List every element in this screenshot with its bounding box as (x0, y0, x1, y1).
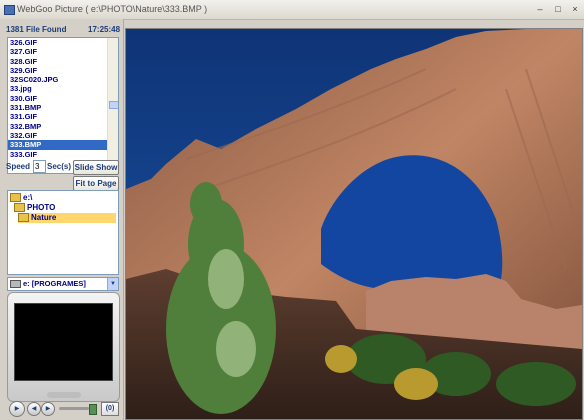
speed-input[interactable]: 3 (33, 160, 46, 173)
close-button[interactable]: × (569, 3, 581, 15)
file-item[interactable]: 333.GIF (8, 150, 107, 159)
tree-node-photo[interactable]: PHOTO (14, 203, 55, 213)
slideshow-button[interactable]: Slide Show (73, 160, 119, 175)
drive-icon (10, 280, 21, 289)
tree-node-drive[interactable]: e:\ (10, 193, 32, 203)
seconds-label: Sec(s) (47, 162, 72, 171)
fit-to-page-button[interactable]: Fit to Page (73, 176, 119, 191)
preview-monitor (7, 292, 120, 402)
file-list-scrollbar[interactable] (107, 38, 118, 173)
preview-screen (14, 303, 113, 381)
file-list-rows: 326.GIF 327.GIF 328.GIF 329.GIF 32SC020.… (8, 38, 107, 159)
play-icon[interactable]: ▶ (9, 401, 25, 417)
file-item[interactable]: 332.BMP (8, 122, 107, 131)
folder-icon (10, 193, 21, 203)
file-item[interactable]: 330.GIF (8, 94, 107, 103)
next-icon[interactable]: ▶ (41, 402, 55, 416)
file-item[interactable]: 326.GIF (8, 38, 107, 47)
speed-label: Speed (6, 162, 31, 171)
maximize-button[interactable]: □ (552, 3, 564, 15)
scrollbar-thumb[interactable] (109, 101, 118, 109)
file-list[interactable]: 326.GIF 327.GIF 328.GIF 329.GIF 32SC020.… (7, 37, 119, 174)
file-count: 1381 File Found (6, 25, 67, 34)
folder-icon (18, 213, 29, 223)
minimize-button[interactable]: – (534, 3, 546, 15)
file-item[interactable]: 329.GIF (8, 66, 107, 75)
player-controls: ▶ ◀ ▶ (0) (7, 401, 119, 417)
drive-value: e: [PROGRAMES] (23, 279, 86, 288)
tree-node-label: e:\ (23, 193, 33, 202)
file-item[interactable]: 327.GIF (8, 47, 107, 56)
left-panel: 1381 File Found 17:25:48 326.GIF 327.GIF… (0, 19, 124, 420)
tree-node-label: Nature (31, 213, 57, 222)
file-item[interactable]: 328.GIF (8, 57, 107, 66)
monitor-stand (47, 392, 81, 398)
volume-knob[interactable] (89, 404, 97, 415)
zero-button[interactable]: (0) (101, 402, 119, 416)
chevron-down-icon[interactable]: ▼ (107, 278, 118, 290)
file-item[interactable]: 32SC020.JPG (8, 75, 107, 84)
tree-node-label: PHOTO (27, 203, 56, 212)
volume-track[interactable] (59, 407, 89, 410)
file-item[interactable]: 33.jpg (8, 84, 107, 93)
clock: 17:25:48 (88, 25, 121, 34)
title-bar: WebGoo Picture ( e:\PHOTO\Nature\333.BMP… (0, 0, 584, 20)
file-item[interactable]: 331.GIF (8, 112, 107, 121)
nature-photo (126, 29, 582, 419)
file-item-selected[interactable]: 333.BMP (8, 140, 107, 150)
drive-select[interactable]: e: [PROGRAMES] ▼ (7, 277, 119, 291)
folder-tree[interactable]: e:\ PHOTO Nature (7, 190, 119, 275)
file-item[interactable]: 331.BMP (8, 103, 107, 112)
app-icon (4, 5, 15, 15)
tree-node-nature[interactable]: Nature (18, 213, 116, 223)
prev-icon[interactable]: ◀ (27, 402, 41, 416)
window-title: WebGoo Picture ( e:\PHOTO\Nature\333.BMP… (17, 4, 208, 14)
folder-icon (14, 203, 25, 213)
file-item[interactable]: 332.GIF (8, 131, 107, 140)
image-viewer[interactable] (125, 28, 583, 420)
